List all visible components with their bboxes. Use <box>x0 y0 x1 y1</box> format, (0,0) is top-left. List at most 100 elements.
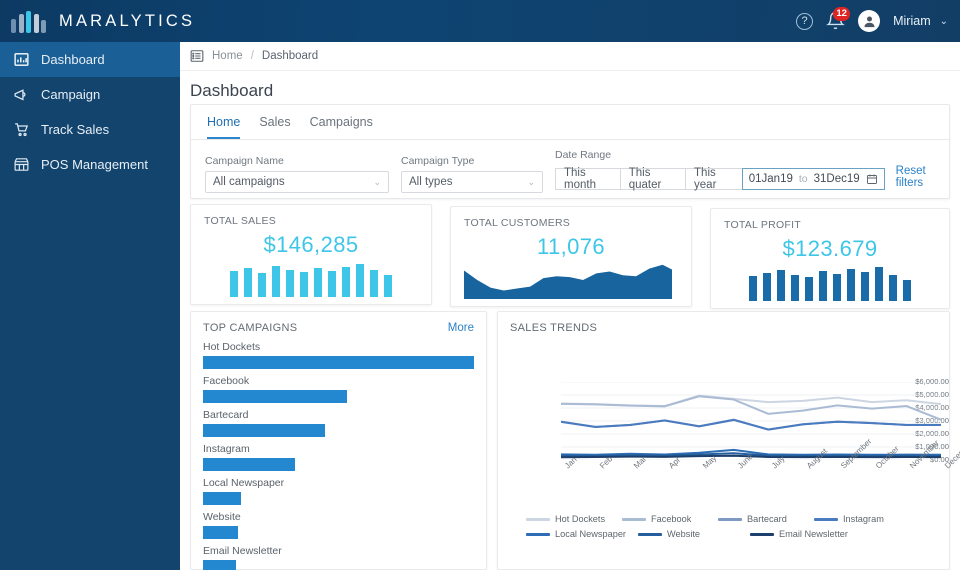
chart-legend: Hot Dockets Facebook Bartecard Instagram Loc… <box>526 514 946 544</box>
reset-filters-link[interactable]: Reset filters <box>896 165 949 193</box>
top-bar: MARALYTICS ? 12 Miriam ⌄ <box>0 0 960 42</box>
calendar-icon[interactable] <box>866 173 878 185</box>
notifications-button[interactable]: 12 <box>826 11 845 31</box>
sidebar-toggle-icon[interactable] <box>190 49 204 63</box>
username-label: Miriam <box>893 14 931 28</box>
campaign-type-value: All types <box>409 176 452 188</box>
legend-item[interactable]: Hot Dockets <box>526 514 622 524</box>
legend-item[interactable]: Local Newspaper <box>526 529 638 539</box>
sidebar: Dashboard Campaign Track Sales POS Manag… <box>0 42 180 570</box>
campaign-name: Facebook <box>203 375 474 387</box>
sales-trends-panel: SALES TRENDS $0.00$1,000.00$2,000.00$3,0… <box>497 311 950 570</box>
date-range-input[interactable]: 01Jan19 to 31Dec19 <box>742 168 885 190</box>
top-campaigns-header: TOP CAMPAIGNS More <box>191 312 486 334</box>
sparkline-bar <box>875 267 883 301</box>
sparkline-bar <box>791 275 799 301</box>
sidebar-item-label: Campaign <box>41 87 100 102</box>
chevron-down-icon: ⌄ <box>527 177 535 188</box>
legend-label: Hot Dockets <box>555 514 605 524</box>
date-range-filter: Date Range This month This quater This y… <box>555 149 949 193</box>
sidebar-item-pos-management[interactable]: POS Management <box>0 147 180 182</box>
legend-swatch <box>526 518 550 521</box>
sparkline-bar <box>230 271 238 297</box>
campaign-bar <box>203 424 325 437</box>
kpi-label: TOTAL SALES <box>191 205 431 227</box>
panel-title: SALES TRENDS <box>510 322 597 334</box>
tab-home[interactable]: Home <box>207 115 240 139</box>
breadcrumb-home[interactable]: Home <box>212 50 243 62</box>
preset-this-year[interactable]: This year <box>686 168 743 190</box>
campaign-row[interactable]: Local Newspaper <box>203 477 474 505</box>
tab-bar: Home Sales Campaigns <box>191 105 949 140</box>
date-to-value: 31Dec19 <box>814 173 860 185</box>
preset-this-month[interactable]: This month <box>555 168 621 190</box>
kpi-card-total-customers: TOTAL CUSTOMERS 11,076 <box>450 206 692 307</box>
legend-label: Facebook <box>651 514 691 524</box>
campaign-row[interactable]: Hot Dockets <box>203 341 474 369</box>
campaign-row[interactable]: Website <box>203 511 474 539</box>
campaign-row[interactable]: Email Newsletter <box>203 545 474 570</box>
user-avatar-icon <box>862 14 877 29</box>
legend-swatch <box>814 518 838 521</box>
campaign-bar <box>203 526 238 539</box>
line-chart-plot <box>561 382 941 460</box>
legend-row: Local NewspaperWebsite Email Newsletter <box>526 529 946 539</box>
logo-bars-icon <box>11 9 46 33</box>
brand-name: MARALYTICS <box>59 12 195 31</box>
sparkline-bar <box>342 267 350 297</box>
sparkline-bar <box>244 268 252 297</box>
filters-row: Campaign Name All campaigns ⌄ Campaign T… <box>191 140 949 193</box>
sidebar-item-dashboard[interactable]: Dashboard <box>0 42 180 77</box>
help-circle-icon[interactable]: ? <box>796 13 813 30</box>
shopping-cart-icon <box>13 121 30 138</box>
campaign-row[interactable]: Bartecard <box>203 409 474 437</box>
legend-swatch <box>718 518 742 521</box>
date-range-presets: This month This quater This year <box>555 168 743 190</box>
brand-logo[interactable]: MARALYTICS <box>0 9 195 33</box>
sidebar-item-label: Dashboard <box>41 52 105 67</box>
legend-item[interactable]: Facebook <box>622 514 718 524</box>
notification-badge: 12 <box>833 7 850 21</box>
campaign-type-select[interactable]: All types ⌄ <box>401 171 543 193</box>
legend-item[interactable]: Website <box>638 529 750 539</box>
legend-label: Bartecard <box>747 514 787 524</box>
tab-campaigns[interactable]: Campaigns <box>310 115 373 139</box>
campaign-row[interactable]: Facebook <box>203 375 474 403</box>
preset-this-quarter[interactable]: This quater <box>621 168 686 190</box>
sparkline-bar <box>300 272 308 297</box>
chevron-down-icon[interactable]: ⌄ <box>940 16 948 27</box>
campaign-row[interactable]: Instagram <box>203 443 474 471</box>
kpi-card-total-sales: TOTAL SALES $146,285 <box>190 204 432 305</box>
date-from-value: 01Jan19 <box>749 173 793 185</box>
sidebar-item-campaign[interactable]: Campaign <box>0 77 180 112</box>
sparkline-bar <box>272 266 280 297</box>
sparkline-bar <box>763 273 771 301</box>
chevron-down-icon: ⌄ <box>373 177 381 188</box>
campaign-name-value: All campaigns <box>213 176 285 188</box>
sales-trends-header: SALES TRENDS <box>498 312 949 334</box>
campaign-bar <box>203 390 347 403</box>
legend-swatch <box>526 533 550 536</box>
campaign-name-select[interactable]: All campaigns ⌄ <box>205 171 389 193</box>
legend-label: Email Newsletter <box>779 529 848 539</box>
more-link[interactable]: More <box>448 322 474 334</box>
campaign-type-label: Campaign Type <box>401 155 543 167</box>
campaign-name: Instagram <box>203 443 474 455</box>
legend-item[interactable]: Instagram <box>814 514 910 524</box>
campaign-bar <box>203 458 295 471</box>
campaign-bar-list: Hot Dockets Facebook Bartecard Instagram Loc… <box>191 334 486 570</box>
sparkline-bar <box>384 275 392 297</box>
kpi-value: 11,076 <box>451 234 691 260</box>
legend-swatch <box>622 518 646 521</box>
kpi-value: $123.679 <box>711 236 949 262</box>
legend-item[interactable]: Bartecard <box>718 514 814 524</box>
sidebar-item-track-sales[interactable]: Track Sales <box>0 112 180 147</box>
tab-sales[interactable]: Sales <box>259 115 290 139</box>
sparkline-bar <box>370 270 378 297</box>
legend-swatch <box>638 533 662 536</box>
campaign-type-filter: Campaign Type All types ⌄ <box>401 155 543 193</box>
avatar[interactable] <box>858 10 880 32</box>
campaign-name-filter: Campaign Name All campaigns ⌄ <box>205 155 389 193</box>
legend-item[interactable]: Email Newsletter <box>750 529 862 539</box>
breadcrumb-separator: / <box>251 50 254 62</box>
